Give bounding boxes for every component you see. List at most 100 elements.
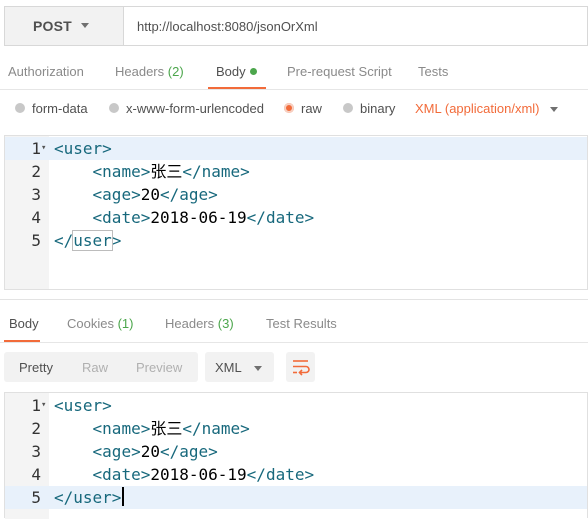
view-preview-button[interactable]: Preview (136, 360, 182, 375)
xml-tag: date (265, 465, 305, 484)
tab-label: Test Results (266, 316, 337, 331)
xml-bracket: > (304, 465, 315, 484)
wrap-lines-icon (293, 360, 310, 376)
xml-bracket: > (208, 442, 218, 461)
xml-tag: name (102, 419, 141, 438)
xml-bracket: < (54, 396, 64, 415)
xml-value: 2018-06-19 (150, 465, 247, 484)
code-text: <age>20</age> (54, 183, 218, 206)
xml-bracket: </ (182, 162, 202, 181)
line-number: 5 (31, 488, 41, 507)
response-tab-test-results[interactable]: Test Results (266, 316, 337, 331)
xml-bracket: < (92, 185, 103, 204)
text-cursor (122, 487, 125, 506)
fold-arrow-icon[interactable]: ▾ (41, 394, 46, 417)
tab-label: Headers (115, 64, 165, 79)
line-number: 2 (31, 419, 41, 438)
radio-label-form-data: form-data (32, 101, 88, 116)
xml-tag: date (265, 208, 305, 227)
response-format-label: XML (215, 360, 242, 375)
xml-tag: age (179, 442, 209, 461)
tab-label: Body (9, 316, 39, 331)
tab-headers[interactable]: Headers (2) (115, 64, 184, 79)
view-raw-button[interactable]: Raw (82, 360, 108, 375)
radio-binary[interactable] (343, 103, 353, 113)
xml-bracket: > (140, 419, 151, 438)
xml-value: 20 (140, 442, 160, 461)
xml-bracket: </ (246, 208, 266, 227)
xml-tag: name (201, 419, 241, 438)
xml-bracket: > (208, 185, 218, 204)
xml-bracket: > (111, 488, 122, 507)
xml-bracket: < (92, 208, 103, 227)
xml-tag: user (73, 488, 112, 507)
tab-pre-request-script[interactable]: Pre-request Script (287, 64, 392, 79)
line-number: 1 (31, 396, 41, 415)
code-text: </user> (54, 229, 121, 252)
tab-label: Cookies (67, 316, 114, 331)
tab-label: Headers (165, 316, 215, 331)
code-text: <date>2018-06-19</date> (54, 463, 315, 486)
code-text: <name>张三</name> (54, 160, 250, 183)
xml-bracket: > (131, 185, 141, 204)
code-line: 3 <age>20</age> (5, 183, 587, 206)
line-number: 5 (31, 231, 41, 250)
code-text: </user> (54, 486, 125, 509)
line-number: 2 (31, 162, 41, 181)
tab-divider (0, 89, 588, 90)
xml-tag: name (201, 162, 241, 181)
line-number: 3 (31, 185, 41, 204)
xml-bracket: > (240, 162, 250, 181)
tab-label: Tests (418, 64, 449, 79)
code-line: 4 <date>2018-06-19</date> (5, 206, 587, 229)
tab-count: (1) (117, 316, 134, 331)
xml-bracket: > (102, 396, 112, 415)
xml-value: 20 (140, 185, 160, 204)
tab-label: Pre-request Script (287, 64, 392, 79)
pane-divider[interactable] (0, 299, 588, 300)
response-tab-body[interactable]: Body (9, 316, 39, 331)
radio-raw[interactable] (284, 103, 294, 113)
method-label: POST (33, 18, 72, 34)
tab-tests[interactable]: Tests (418, 64, 448, 79)
xml-bracket: < (92, 419, 103, 438)
raw-format-dropdown[interactable]: XML (application/xml) (415, 101, 540, 116)
line-number: 1 (31, 139, 41, 158)
xml-bracket: > (111, 231, 122, 250)
fold-arrow-icon[interactable]: ▾ (41, 137, 46, 160)
url-input[interactable]: http://localhost:8080/jsonOrXml (137, 19, 318, 34)
xml-bracket: > (140, 162, 151, 181)
code-line: 5 </user> (5, 229, 587, 252)
xml-bracket: </ (159, 442, 180, 461)
response-tab-headers[interactable]: Headers (3) (165, 316, 234, 331)
line-number: 3 (31, 442, 41, 461)
xml-tag: user (63, 139, 103, 158)
xml-tag: name (102, 162, 141, 181)
view-pretty-button[interactable]: Pretty (19, 360, 53, 375)
code-text: <name>张三</name> (54, 417, 250, 440)
request-body-editor[interactable]: 1 ▾ <user> 2 <name>张三</name> 3 <age>20</… (4, 135, 588, 290)
chevron-down-icon (81, 23, 89, 28)
tab-body[interactable]: Body (216, 64, 257, 79)
code-text: <date>2018-06-19</date> (54, 206, 315, 229)
response-tab-cookies[interactable]: Cookies (1) (67, 316, 133, 331)
radio-label-raw: raw (301, 101, 322, 116)
tab-authorization[interactable]: Authorization (8, 64, 84, 79)
xml-value: 2018-06-19 (150, 208, 247, 227)
wrap-lines-button[interactable] (286, 352, 315, 382)
tab-count: (2) (167, 64, 184, 79)
xml-tag: age (179, 185, 209, 204)
radio-x-www-form-urlencoded[interactable] (109, 103, 119, 113)
xml-value: 张三 (150, 162, 183, 181)
xml-bracket: > (140, 208, 151, 227)
chevron-down-icon[interactable] (550, 107, 558, 112)
radio-form-data[interactable] (15, 103, 25, 113)
method-dropdown[interactable]: POST (5, 7, 124, 45)
response-body-viewer[interactable]: 1 ▾ <user> 2 <name>张三</name> 3 <age>20</… (4, 392, 588, 519)
chevron-down-icon (254, 366, 262, 371)
xml-bracket: < (92, 465, 103, 484)
